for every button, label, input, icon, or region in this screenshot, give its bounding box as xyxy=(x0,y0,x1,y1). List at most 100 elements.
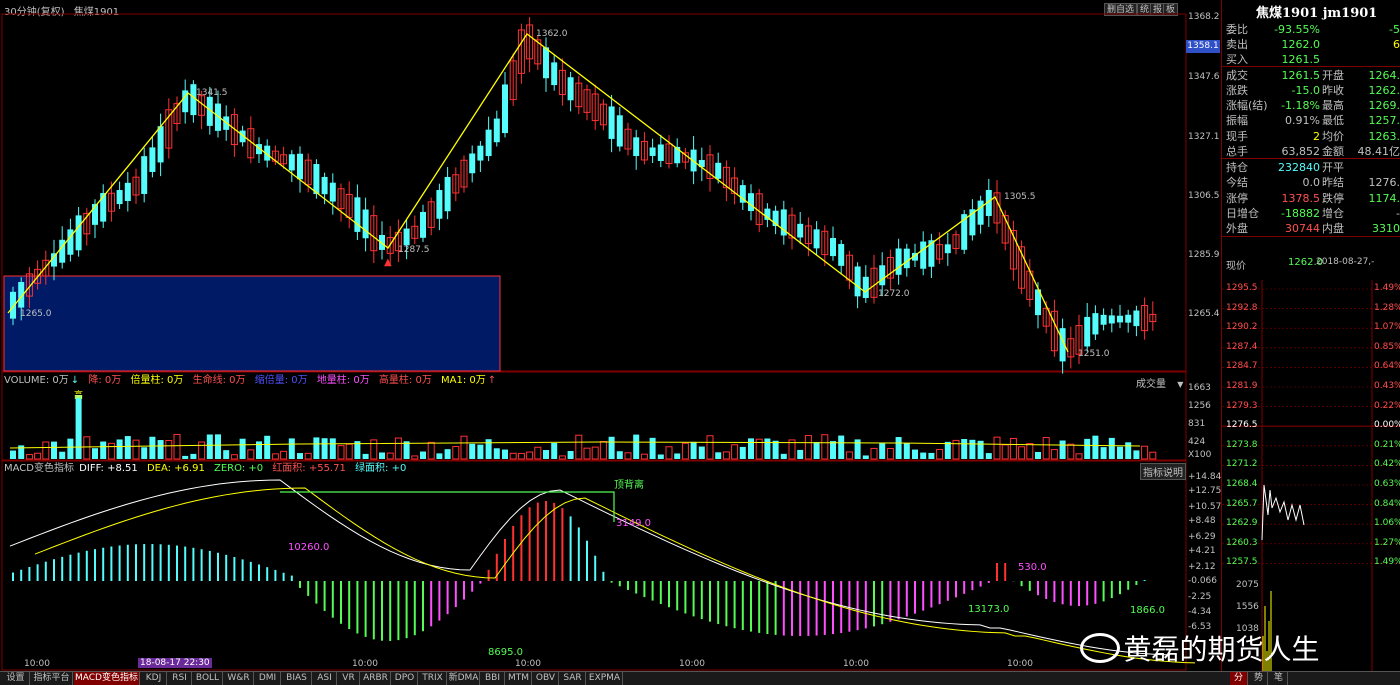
tab-11[interactable]: ARBR xyxy=(361,672,391,685)
mini-pct-tick: 0.21% xyxy=(1374,439,1400,450)
mini-pct-tick: 1.49% xyxy=(1374,283,1400,293)
volume-tick: 831 xyxy=(1188,419,1206,429)
view-mode-1[interactable]: 势 xyxy=(1250,672,1268,685)
candle-down xyxy=(157,126,164,163)
tab-13[interactable]: TRIX xyxy=(419,672,447,685)
volume-bar xyxy=(34,452,42,460)
volume-high-mark: 高 xyxy=(74,391,84,401)
volume-bar xyxy=(870,447,878,460)
volume-bar xyxy=(681,442,689,460)
volume-bar xyxy=(674,453,681,459)
volume-indicator-select[interactable]: 成交量 ▼ xyxy=(1136,375,1183,390)
volume-tick: 424 xyxy=(1188,437,1206,447)
mini-pct-tick: 1.27% xyxy=(1374,537,1400,548)
tab-12[interactable]: DPO xyxy=(392,672,418,685)
quote-row: 外盘 30744 内盘 3310 xyxy=(1222,221,1400,236)
tab-8[interactable]: BIAS xyxy=(282,672,312,685)
volume-bar xyxy=(690,441,697,459)
quote-value: 2 xyxy=(1313,130,1320,143)
quote-label: 现手 xyxy=(1226,130,1248,143)
tab-0[interactable]: 设置 xyxy=(2,672,30,685)
candle-down xyxy=(149,147,156,172)
macd-zero: ZERO: +0 xyxy=(214,463,264,474)
tab-18[interactable]: SAR xyxy=(560,672,586,685)
candle-down xyxy=(854,266,861,297)
view-mode-2[interactable]: 笔 xyxy=(1270,672,1288,685)
volume-bar xyxy=(460,435,468,460)
mini-price-tick: 1257.5 xyxy=(1226,557,1258,568)
tab-5[interactable]: BOLL xyxy=(193,672,223,685)
volume-bar xyxy=(132,439,140,460)
candle-down xyxy=(420,211,426,238)
mini-pct-tick: 1.06% xyxy=(1374,518,1400,529)
quote-value-2: 1264. xyxy=(1368,69,1400,82)
tab-19[interactable]: EXPMA xyxy=(587,672,623,685)
volume-bar xyxy=(239,438,246,459)
volume-bar xyxy=(493,448,500,459)
mini-pct-tick: 1.49% xyxy=(1374,557,1400,568)
price-tick: 1368.2 xyxy=(1188,12,1220,22)
mini-pct-tick: 0.85% xyxy=(1374,341,1400,352)
candle-down xyxy=(1117,315,1123,323)
quote-label-2: 开平 xyxy=(1322,161,1344,174)
volume-bar xyxy=(403,441,410,459)
quote-label: 今结 xyxy=(1226,176,1248,189)
volume-bar xyxy=(1009,437,1017,460)
quote-value-2: -5 xyxy=(1389,23,1400,36)
volume-bar xyxy=(895,437,902,459)
volume-bar xyxy=(985,453,992,459)
volume-bar xyxy=(543,450,549,459)
price-tick: 1347.6 xyxy=(1188,72,1220,82)
wave-label-peak-1: 1341.5 xyxy=(196,88,228,98)
tab-9[interactable]: ASI xyxy=(313,672,337,685)
indicator-help-button[interactable]: 指标说明 xyxy=(1140,463,1186,480)
candle-down xyxy=(124,182,131,202)
volume-bar xyxy=(215,434,221,459)
quote-value-2: 6 xyxy=(1393,38,1400,51)
tab-10[interactable]: VR xyxy=(338,672,360,685)
volume-bar xyxy=(879,443,886,459)
volume-bar xyxy=(558,455,566,460)
tab-1[interactable]: 指标平台 xyxy=(31,672,73,685)
volume-indicator-label: 成交量 xyxy=(1136,379,1166,390)
mini-price-tick: 1284.7 xyxy=(1226,361,1258,372)
volume-bar xyxy=(813,441,820,459)
volume-bar xyxy=(1149,451,1157,460)
tab-4[interactable]: RSI xyxy=(168,672,192,685)
volume-bar xyxy=(928,452,935,459)
macd-red-area: 红面积: +55.71 xyxy=(272,463,346,474)
weibo-logo-icon xyxy=(1080,633,1120,663)
volume-bar xyxy=(436,453,443,459)
tab-14[interactable]: 新DMA xyxy=(448,672,480,685)
candle-down xyxy=(813,229,820,249)
candle-down xyxy=(633,137,640,157)
macd-tick: -2.25 xyxy=(1188,592,1212,602)
volume-bar xyxy=(83,436,91,460)
volume-bar xyxy=(715,452,722,459)
candle-down xyxy=(313,164,320,194)
tab-17[interactable]: OBV xyxy=(533,672,559,685)
quote-value: -18882 xyxy=(1281,207,1320,220)
volume-bar xyxy=(124,436,131,459)
wave-label-low-4: 1251.0 xyxy=(1078,349,1110,359)
price-tick: 1285.9 xyxy=(1188,250,1220,260)
tab-6[interactable]: W&R xyxy=(224,672,254,685)
tab-16[interactable]: MTM xyxy=(506,672,532,685)
quote-label-2: 跌停 xyxy=(1322,192,1344,205)
quote-row: 涨幅(结) -1.18% 最高 1269. xyxy=(1222,98,1400,113)
macd-diff: DIFF: +8.51 xyxy=(79,463,138,474)
quote-label: 持仓 xyxy=(1226,161,1248,174)
volume-bar xyxy=(469,443,476,459)
view-mode-0[interactable]: 分 xyxy=(1230,672,1248,685)
volume-bar xyxy=(838,435,845,459)
volume-bar xyxy=(706,435,714,460)
tab-15[interactable]: BBI xyxy=(481,672,505,685)
tab-2[interactable]: MACD变色指标 xyxy=(74,672,140,685)
macd-dea: DEA: +6.91 xyxy=(146,463,205,474)
tab-7[interactable]: DMI xyxy=(255,672,281,685)
volume-bar xyxy=(59,451,66,459)
tab-3[interactable]: KDJ xyxy=(141,672,167,685)
intraday-mini-chart[interactable] xyxy=(1222,280,1400,671)
mini-price-tick: 1295.5 xyxy=(1226,283,1258,293)
volume-bar xyxy=(731,444,739,460)
